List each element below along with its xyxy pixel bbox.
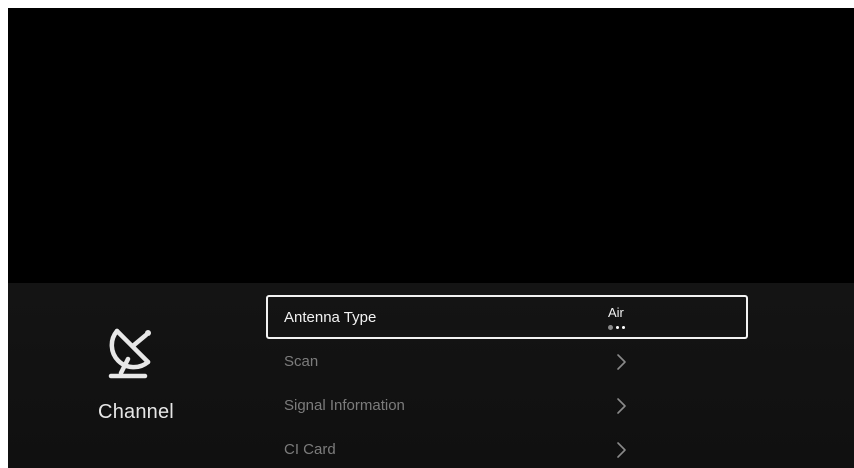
antenna-type-value: Air (608, 305, 624, 320)
channel-menu-list: Antenna Type Air Scan Signal Information (266, 295, 748, 468)
menu-item-signal-information[interactable]: Signal Information (266, 383, 748, 427)
menu-item-scan[interactable]: Scan (266, 339, 748, 383)
satellite-dish-icon (108, 328, 151, 379)
category-channel: Channel (88, 321, 184, 424)
settings-panel: Channel Antenna Type Air Scan Signal Inf… (8, 283, 854, 468)
menu-item-ci-card[interactable]: CI Card (266, 427, 748, 468)
menu-item-antenna-type[interactable]: Antenna Type Air (266, 295, 748, 339)
option-dot (622, 325, 625, 329)
menu-item-label: Antenna Type (284, 309, 377, 326)
menu-item-label: Scan (284, 353, 319, 370)
category-label: Channel (98, 401, 174, 423)
tv-screen: Channel Antenna Type Air Scan Signal Inf… (8, 8, 854, 468)
chevron-right-icon (617, 354, 626, 370)
menu-item-label: CI Card (284, 441, 336, 458)
option-indicator (608, 324, 628, 330)
option-dot-active (608, 324, 613, 330)
chevron-right-icon (617, 442, 626, 458)
chevron-right-icon (617, 398, 626, 414)
option-dot (616, 325, 619, 329)
menu-item-label: Signal Information (284, 397, 405, 414)
